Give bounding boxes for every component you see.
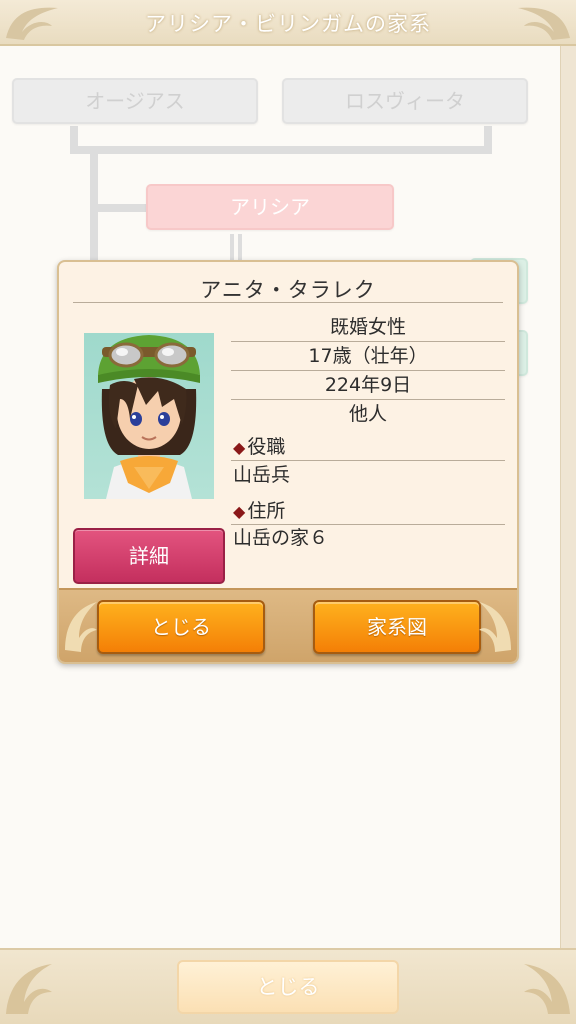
ornament-icon <box>65 602 97 652</box>
tree-node-mother[interactable]: ロスヴィータ <box>282 78 528 124</box>
bottom-close-button[interactable]: とじる <box>177 960 399 1014</box>
family-tree-button[interactable]: 家系図 <box>313 600 481 654</box>
address-heading-label: 住所 <box>247 500 286 522</box>
scrollbar[interactable] <box>560 46 576 948</box>
modal-footer: とじる 家系図 <box>59 588 517 662</box>
tree-node-label: オージアス <box>85 89 185 113</box>
address-value: 山岳の家６ <box>233 527 329 549</box>
character-portrait <box>84 333 214 499</box>
divider <box>73 302 503 303</box>
tree-connector <box>90 204 148 212</box>
detail-button[interactable]: 詳細 <box>73 528 225 584</box>
address-heading: ◆ 住所 <box>233 498 285 525</box>
info-age: 17歳（壮年） <box>308 345 428 367</box>
role-value: 山岳兵 <box>233 464 291 486</box>
page-title: アリシア・ビリンガムの家系 <box>145 12 431 36</box>
role-heading-label: 役職 <box>247 436 286 458</box>
diamond-icon: ◆ <box>233 502 246 521</box>
tree-node-label: ロスヴィータ <box>345 89 465 113</box>
ornament-icon <box>479 602 511 652</box>
character-name: アニタ・タラレク <box>200 278 376 302</box>
ornament-icon <box>518 7 570 40</box>
role-heading: ◆ 役職 <box>233 434 285 461</box>
title-bar: アリシア・ビリンガムの家系 <box>0 0 576 46</box>
ornament-icon <box>6 964 52 1014</box>
character-info-modal: アニタ・タラレク 既婚女性 17歳（壮年） 224年9日 他人 ◆ 役職 山岳兵… <box>57 260 519 664</box>
tree-node-self[interactable]: アリシア <box>146 184 394 230</box>
tree-node-father[interactable]: オージアス <box>12 78 258 124</box>
close-button[interactable]: とじる <box>97 600 265 654</box>
info-date: 224年9日 <box>324 374 412 396</box>
diamond-icon: ◆ <box>233 438 246 457</box>
info-marital-status: 既婚女性 <box>329 316 406 338</box>
avatar-icon <box>98 335 200 499</box>
bottom-bar: とじる <box>0 948 576 1024</box>
divider <box>231 460 505 461</box>
tree-connector <box>70 146 492 154</box>
tree-node-label: アリシア <box>230 195 310 219</box>
ornament-icon <box>524 964 570 1014</box>
info-relation: 他人 <box>348 403 387 425</box>
